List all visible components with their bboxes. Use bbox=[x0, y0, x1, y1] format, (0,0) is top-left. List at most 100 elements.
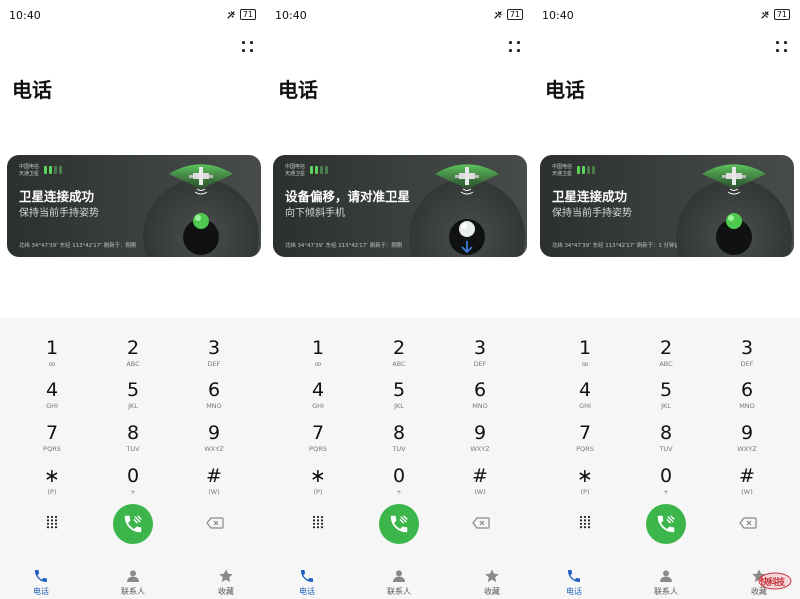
dial-key-3[interactable]: 3 DEF bbox=[184, 338, 244, 368]
phone-icon bbox=[549, 568, 599, 584]
satellite-status-heading: 设备偏移，请对准卫星 bbox=[285, 189, 411, 204]
dial-key-digit: 7 bbox=[45, 422, 59, 444]
dial-key-digit: 6 bbox=[207, 379, 221, 401]
dial-key-5[interactable]: 5 JKL bbox=[103, 380, 163, 410]
dial-key-letters: MNO bbox=[472, 402, 488, 410]
dial-key-letters: ABC bbox=[392, 360, 406, 368]
satellite-call-button[interactable] bbox=[113, 504, 153, 544]
dial-key-digit: 1 bbox=[311, 337, 325, 359]
dial-key-digit: 0 bbox=[126, 465, 140, 487]
tab-label: 电话 bbox=[299, 587, 315, 596]
location-coordinates: 北纬 34°47′39″ 东经 113°42′17″ 刷新于：刚刚 bbox=[19, 243, 137, 249]
dial-key-9[interactable]: 9 WXYZ bbox=[184, 423, 244, 453]
dial-key-letters: (W) bbox=[741, 488, 753, 496]
backspace-icon[interactable] bbox=[206, 517, 224, 529]
dial-key-0[interactable]: 0 + bbox=[636, 466, 696, 496]
status-icons: 71 bbox=[493, 9, 523, 20]
dial-key-7[interactable]: 7 PQRS bbox=[555, 423, 615, 453]
dial-key-digit: 4 bbox=[311, 379, 325, 401]
satellite-phone-icon bbox=[657, 515, 675, 533]
dial-key-2[interactable]: 2 ABC bbox=[369, 338, 429, 368]
dial-key-star[interactable]: ∗ (P) bbox=[555, 466, 615, 496]
dial-key-9[interactable]: 9 WXYZ bbox=[450, 423, 510, 453]
dial-key-digit: 4 bbox=[578, 379, 592, 401]
keypad-grid-icon[interactable] bbox=[45, 515, 59, 529]
dial-key-6[interactable]: 6 MNO bbox=[184, 380, 244, 410]
dial-key-hash[interactable]: # (W) bbox=[450, 466, 510, 496]
dial-key-letters: TUV bbox=[392, 445, 406, 453]
dial-key-7[interactable]: 7 PQRS bbox=[288, 423, 348, 453]
tab-favorites[interactable]: 收藏 bbox=[201, 568, 251, 597]
dial-key-digit: 0 bbox=[659, 465, 673, 487]
more-options-icon[interactable] bbox=[776, 41, 788, 53]
phone-icon bbox=[16, 568, 66, 584]
dial-key-0[interactable]: 0 + bbox=[103, 466, 163, 496]
tab-phone[interactable]: 电话 bbox=[16, 568, 66, 597]
dial-key-6[interactable]: 6 MNO bbox=[717, 380, 777, 410]
dial-key-5[interactable]: 5 JKL bbox=[636, 380, 696, 410]
dial-key-8[interactable]: 8 TUV bbox=[369, 423, 429, 453]
dial-key-2[interactable]: 2 ABC bbox=[103, 338, 163, 368]
satellite-card[interactable]: 中国电信 天通卫星 卫星连接成功 保持当前手持姿势 北纬 34°47′39″ 东经 11… bbox=[540, 155, 794, 257]
dial-key-6[interactable]: 6 MNO bbox=[450, 380, 510, 410]
screens-container: 10:40 71 电话 中国电信 天通卫星 卫星连接成功 保持当前手持姿势 北纬 34°47′… bbox=[0, 0, 800, 599]
satellite-phone-icon bbox=[124, 515, 142, 533]
tab-contacts[interactable]: 联系人 bbox=[374, 568, 424, 597]
backspace-icon[interactable] bbox=[472, 517, 490, 529]
more-options-icon[interactable] bbox=[242, 41, 254, 53]
location-coordinates: 北纬 34°47′39″ 东经 113°42′17″ 刷新于：1 分钟前 bbox=[552, 243, 680, 249]
tab-contacts[interactable]: 联系人 bbox=[108, 568, 158, 597]
dial-key-7[interactable]: 7 PQRS bbox=[22, 423, 82, 453]
backspace-icon[interactable] bbox=[739, 517, 757, 529]
satellite-card[interactable]: 中国电信 天通卫星 卫星连接成功 保持当前手持姿势 北纬 34°47′39″ 东经 11… bbox=[7, 155, 261, 257]
satellite-call-button[interactable] bbox=[379, 504, 419, 544]
dial-key-9[interactable]: 9 WXYZ bbox=[717, 423, 777, 453]
dial-key-digit: # bbox=[739, 465, 755, 487]
dial-key-1[interactable]: 1ꝏ bbox=[555, 338, 615, 368]
dial-key-8[interactable]: 8 TUV bbox=[636, 423, 696, 453]
dial-key-letters: DEF bbox=[473, 360, 487, 368]
dial-key-3[interactable]: 3 DEF bbox=[717, 338, 777, 368]
contacts-icon bbox=[374, 568, 424, 584]
satellite-call-button[interactable] bbox=[646, 504, 686, 544]
phone-screen: 10:40 71 电话 中国电信 天通卫星 设备偏移，请对准卫星 向下倾斜手机 北纬 34°4… bbox=[266, 0, 533, 599]
dial-key-digit: 7 bbox=[578, 422, 592, 444]
status-icons: 71 bbox=[226, 9, 256, 20]
satellite-phone-icon bbox=[390, 515, 408, 533]
battery-indicator: 71 bbox=[239, 9, 256, 20]
dial-key-digit: 1 bbox=[45, 337, 59, 359]
tab-contacts[interactable]: 联系人 bbox=[641, 568, 691, 597]
dial-key-2[interactable]: 2 ABC bbox=[636, 338, 696, 368]
carrier-label: 中国电信 天通卫星 bbox=[285, 164, 306, 177]
keypad-grid-icon[interactable] bbox=[578, 515, 592, 529]
status-time: 10:40 bbox=[275, 9, 307, 22]
dial-key-hash[interactable]: # (W) bbox=[717, 466, 777, 496]
dial-key-8[interactable]: 8 TUV bbox=[103, 423, 163, 453]
dial-key-0[interactable]: 0 + bbox=[369, 466, 429, 496]
dial-key-hash[interactable]: # (W) bbox=[184, 466, 244, 496]
dial-key-1[interactable]: 1ꝏ bbox=[288, 338, 348, 368]
dial-key-3[interactable]: 3 DEF bbox=[450, 338, 510, 368]
tab-favorites[interactable]: 收藏 bbox=[467, 568, 517, 597]
dial-key-digit: 3 bbox=[473, 337, 487, 359]
phone-screen: 10:40 71 电话 中国电信 天通卫星 卫星连接成功 保持当前手持姿势 北纬 34°47′… bbox=[0, 0, 266, 599]
dial-key-letters: + bbox=[396, 488, 402, 496]
dial-key-4[interactable]: 4 GHI bbox=[555, 380, 615, 410]
tab-phone[interactable]: 电话 bbox=[282, 568, 332, 597]
more-options-icon[interactable] bbox=[509, 41, 521, 53]
star-icon bbox=[467, 568, 517, 584]
dial-key-4[interactable]: 4 GHI bbox=[22, 380, 82, 410]
dial-key-digit: ∗ bbox=[310, 465, 326, 487]
dial-key-digit: 6 bbox=[473, 379, 487, 401]
satellite-card[interactable]: 中国电信 天通卫星 设备偏移，请对准卫星 向下倾斜手机 北纬 34°47′39″ 东经 … bbox=[273, 155, 527, 257]
contacts-icon bbox=[641, 568, 691, 584]
dial-key-star[interactable]: ∗ (P) bbox=[22, 466, 82, 496]
dial-key-1[interactable]: 1ꝏ bbox=[22, 338, 82, 368]
dial-keypad: 1 ꝏ 2 ABC 3 DEF 4 GHI 5 JKL 6 MNO 7 PQRS 8 TUV 9 WXYZ ∗ (P)… bbox=[0, 318, 266, 599]
dial-key-5[interactable]: 5 JKL bbox=[369, 380, 429, 410]
tab-phone[interactable]: 电话 bbox=[549, 568, 599, 597]
bottom-navigation: 电话 联系人 收藏 bbox=[0, 568, 266, 599]
dial-key-star[interactable]: ∗ (P) bbox=[288, 466, 348, 496]
dial-key-4[interactable]: 4 GHI bbox=[288, 380, 348, 410]
keypad-grid-icon[interactable] bbox=[311, 515, 325, 529]
